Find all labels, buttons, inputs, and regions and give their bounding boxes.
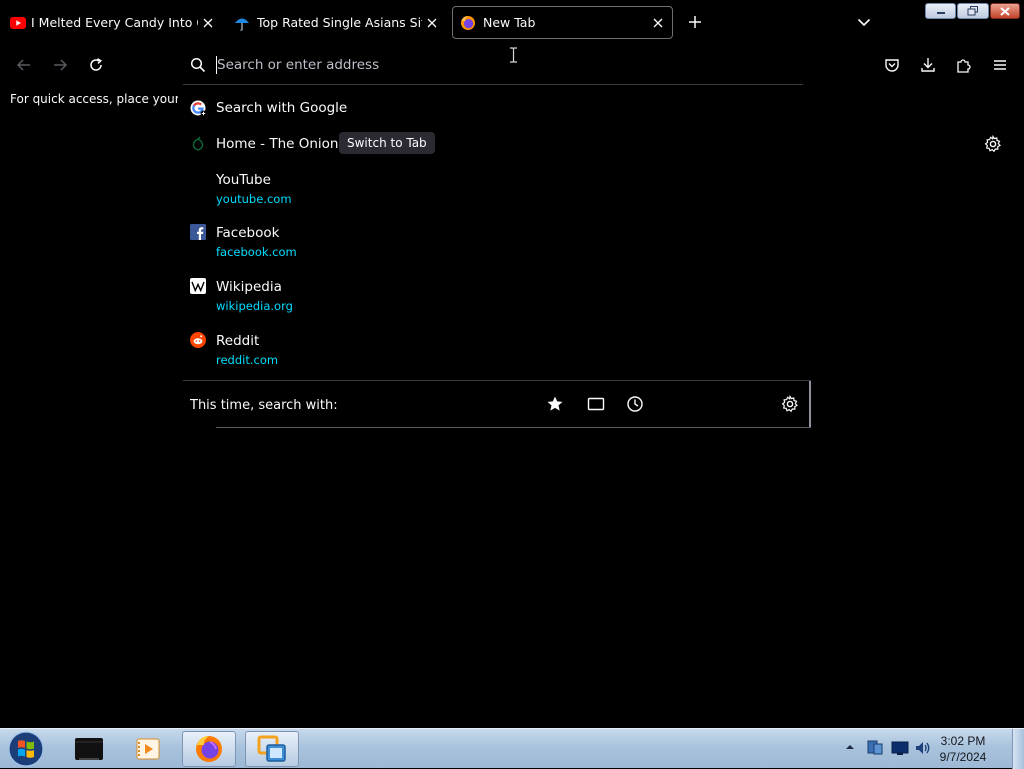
start-orb: [8, 731, 44, 767]
panel-edge: [809, 381, 811, 427]
search-icon: [190, 57, 206, 73]
tray-display-icon[interactable]: [891, 740, 909, 756]
puzzle-icon: [957, 59, 971, 73]
suggestion-title: YouTube: [216, 172, 271, 188]
plus-icon: [689, 16, 701, 28]
tab-dating-site[interactable]: Top Rated Single Asians Site — Dating: [224, 6, 446, 39]
chevron-down-icon: [857, 18, 871, 27]
forward-button[interactable]: [50, 55, 70, 75]
suggestion-url: reddit.com: [216, 353, 279, 367]
minimize-icon: [936, 12, 945, 14]
taskbar-media-player[interactable]: [121, 731, 175, 767]
suggestion-reddit[interactable]: Reddit reddit.com: [183, 331, 803, 371]
clock-time: 3:02 PM: [940, 734, 986, 748]
facebook-icon: [190, 224, 206, 240]
divider: [216, 427, 811, 428]
suggestion-facebook[interactable]: Facebook facebook.com: [183, 223, 803, 263]
tab-strip: I Melted Every Candy Into One Giant Gumm…: [0, 0, 1024, 44]
firefox-icon: [196, 736, 222, 762]
restore-button[interactable]: [957, 3, 989, 19]
firefox-icon: [460, 15, 476, 31]
media-player-icon: [136, 738, 160, 760]
show-desktop-button[interactable]: [1012, 729, 1024, 769]
terminal-icon: [75, 738, 103, 760]
back-button[interactable]: [14, 55, 34, 75]
urlbar-panel: Search with Google Home - The Onion Swit…: [183, 44, 811, 430]
hamburger-icon: [994, 60, 1006, 70]
new-tab-settings-button[interactable]: [983, 134, 1003, 154]
divider: [183, 84, 803, 85]
search-settings-gear-icon[interactable]: [781, 395, 799, 413]
bookmarks-icon[interactable]: [546, 395, 564, 413]
tray-volume-icon[interactable]: [914, 739, 932, 757]
close-tab-icon[interactable]: [422, 13, 442, 33]
arrow-right-icon: [54, 59, 68, 71]
text-cursor-icon: [509, 47, 518, 63]
suggestion-wikipedia[interactable]: Wikipedia wikipedia.org: [183, 277, 803, 317]
tabs-icon[interactable]: [587, 396, 605, 412]
downloads-button[interactable]: [918, 55, 938, 75]
vmware-icon: [257, 735, 286, 762]
suggestion-title: Reddit: [216, 333, 260, 349]
pocket-button[interactable]: [882, 55, 902, 75]
new-tab-button[interactable]: [685, 12, 705, 32]
taskbar-terminal[interactable]: [62, 731, 116, 767]
tab-youtube[interactable]: I Melted Every Candy Into One Giant Gumm…: [0, 6, 222, 39]
suggestion-url: wikipedia.org: [216, 299, 293, 313]
extensions-button[interactable]: [954, 55, 974, 75]
suggestion-search-google[interactable]: Search with Google: [183, 96, 803, 120]
tab-title: New Tab: [483, 15, 536, 30]
tab-title: I Melted Every Candy Into One Giant Gumm…: [31, 15, 198, 30]
suggestion-title: Facebook: [216, 225, 280, 241]
one-off-search-bar: This time, search with:: [183, 381, 809, 428]
reload-icon: [90, 58, 103, 71]
suggestion-youtube[interactable]: YouTube youtube.com: [183, 170, 803, 210]
bookmarks-quick-access-text: For quick access, place your bookmarks h…: [10, 92, 178, 106]
close-tab-icon[interactable]: [648, 13, 668, 33]
clock-date: 9/7/2024: [939, 750, 987, 764]
list-all-tabs-button[interactable]: [854, 12, 874, 32]
gear-icon: [984, 135, 1001, 153]
umbrella-icon: [234, 15, 250, 31]
chevron-up-icon: [846, 745, 854, 749]
youtube-icon: [10, 15, 26, 31]
pocket-icon: [885, 59, 899, 72]
close-tab-icon[interactable]: [198, 13, 218, 33]
google-icon: [190, 100, 207, 117]
system-clock[interactable]: 3:02 PM 9/7/2024: [932, 733, 994, 765]
close-window-button[interactable]: [990, 3, 1020, 19]
suggestion-title: Search with Google: [216, 100, 348, 116]
app-menu-button[interactable]: [990, 55, 1010, 75]
address-bar-input[interactable]: [216, 56, 777, 74]
suggestion-title: Home - The Onion: [216, 136, 339, 152]
tab-title: Top Rated Single Asians Site — Dating: [257, 15, 422, 30]
onion-icon: [190, 136, 206, 152]
history-icon[interactable]: [626, 395, 644, 413]
taskbar-firefox[interactable]: [182, 731, 236, 767]
reload-button[interactable]: [86, 55, 106, 75]
tray-network-icon[interactable]: [866, 739, 884, 757]
suggestion-url: youtube.com: [216, 192, 292, 206]
suggestion-url: facebook.com: [216, 245, 297, 259]
taskbar: 3:02 PM 9/7/2024: [0, 728, 1024, 769]
suggestion-the-onion[interactable]: Home - The Onion Switch to Tab: [183, 132, 803, 156]
reddit-icon: [190, 332, 206, 348]
minimize-button[interactable]: [925, 3, 956, 19]
switch-to-tab-badge[interactable]: Switch to Tab: [339, 132, 435, 154]
taskbar-vmware[interactable]: [245, 731, 299, 767]
search-with-label: This time, search with:: [190, 398, 338, 413]
show-hidden-icons-button[interactable]: [845, 742, 855, 752]
suggestion-title: Wikipedia: [216, 279, 282, 295]
arrow-left-icon: [16, 59, 30, 71]
start-button[interactable]: [1, 731, 51, 767]
tab-new-tab[interactable]: New Tab: [452, 6, 673, 39]
close-icon: [1000, 6, 1010, 16]
wikipedia-icon: [190, 278, 206, 294]
download-icon: [921, 58, 935, 72]
restore-icon: [967, 6, 978, 16]
